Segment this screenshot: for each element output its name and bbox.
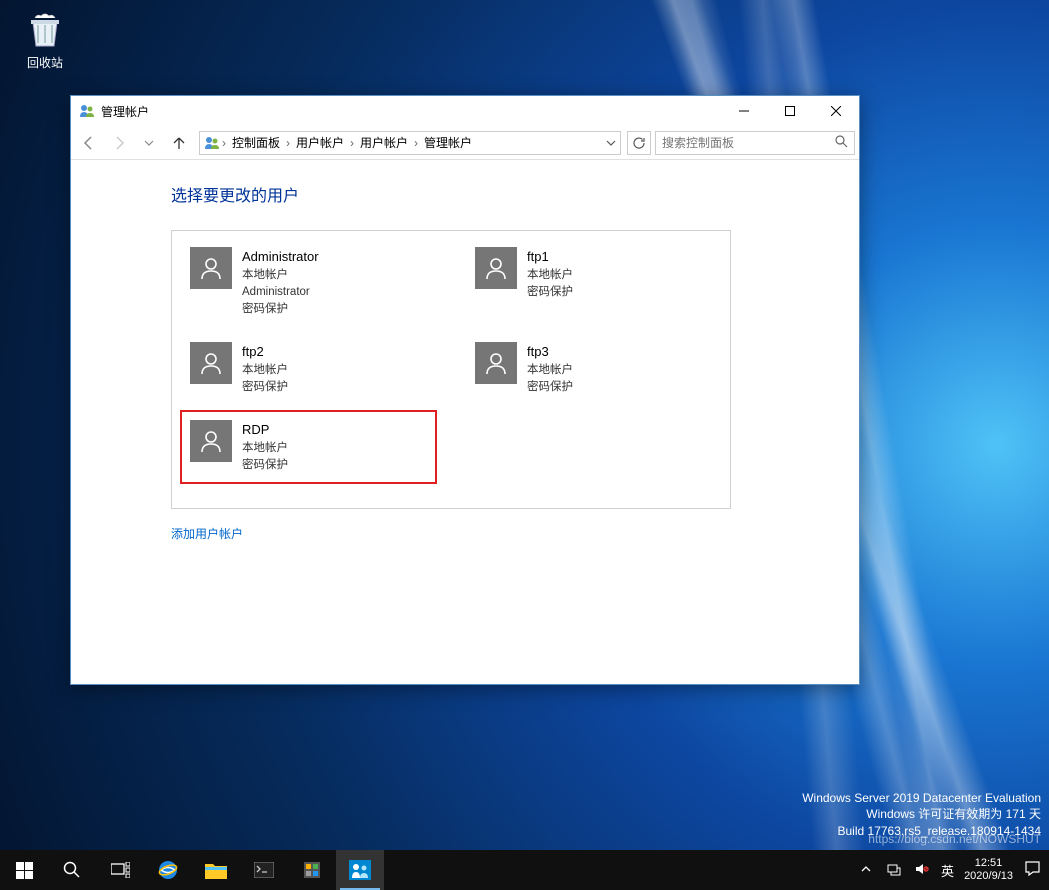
ime-indicator[interactable]: 英: [941, 861, 954, 880]
user-avatar-icon: [190, 342, 232, 384]
breadcrumb-seg[interactable]: 管理帐户: [420, 134, 476, 151]
taskbar-app-server-manager[interactable]: [288, 850, 336, 890]
user-avatar-icon: [475, 247, 517, 289]
notifications-icon[interactable]: [1023, 861, 1041, 879]
user-info: Administrator本地帐户Administrator密码保护: [242, 247, 319, 318]
user-card[interactable]: Administrator本地帐户Administrator密码保护: [186, 243, 431, 322]
user-card[interactable]: ftp2本地帐户密码保护: [186, 338, 431, 400]
user-name: ftp3: [527, 342, 573, 362]
task-view-button[interactable]: [96, 850, 144, 890]
search-box[interactable]: [655, 131, 855, 155]
taskbar: 英 12:51 2020/9/13: [0, 850, 1049, 890]
breadcrumb-seg[interactable]: 控制面板: [228, 134, 284, 151]
user-info: ftp1本地帐户密码保护: [527, 247, 573, 301]
date-text: 2020/9/13: [964, 870, 1013, 883]
user-avatar-icon: [190, 247, 232, 289]
taskbar-app-control-panel[interactable]: [336, 850, 384, 890]
recycle-bin-label: 回收站: [15, 54, 75, 71]
taskbar-app-explorer[interactable]: [192, 850, 240, 890]
user-list-box: Administrator本地帐户Administrator密码保护ftp1本地…: [171, 230, 731, 509]
build-line: Windows 许可证有效期为 171 天: [802, 806, 1041, 823]
refresh-button[interactable]: [627, 131, 651, 155]
page-heading: 选择要更改的用户: [171, 182, 819, 206]
taskbar-app-ie[interactable]: [144, 850, 192, 890]
user-meta-line: 本地帐户: [242, 440, 288, 457]
content-pane: 选择要更改的用户 Administrator本地帐户Administrator密…: [71, 160, 859, 563]
minimize-button[interactable]: [721, 96, 767, 126]
back-button[interactable]: [75, 129, 103, 157]
manage-accounts-window: 管理帐户 › 控制面板› 用户帐户› 用户帐户› 管理帐户 选择要更改的用户: [70, 95, 860, 685]
user-info: ftp3本地帐户密码保护: [527, 342, 573, 396]
address-bar[interactable]: › 控制面板› 用户帐户› 用户帐户› 管理帐户: [199, 131, 621, 155]
search-icon[interactable]: [835, 135, 848, 151]
user-meta-line: 密码保护: [527, 379, 573, 396]
user-info: RDP本地帐户密码保护: [242, 420, 288, 474]
user-name: ftp1: [527, 247, 573, 267]
window-title: 管理帐户: [101, 103, 721, 120]
user-info: ftp2本地帐户密码保护: [242, 342, 288, 396]
chevron-down-icon[interactable]: [606, 138, 616, 148]
search-taskbar-button[interactable]: [48, 850, 96, 890]
user-accounts-icon: [79, 103, 95, 119]
clock[interactable]: 12:51 2020/9/13: [964, 857, 1013, 883]
build-line: Windows Server 2019 Datacenter Evaluatio…: [802, 790, 1041, 807]
user-avatar-icon: [475, 342, 517, 384]
system-tray: 英 12:51 2020/9/13: [857, 857, 1049, 883]
start-button[interactable]: [0, 850, 48, 890]
user-meta-line: Administrator: [242, 284, 319, 301]
user-card[interactable]: ftp1本地帐户密码保护: [471, 243, 716, 322]
user-card[interactable]: ftp3本地帐户密码保护: [471, 338, 716, 400]
user-avatar-icon: [190, 420, 232, 462]
user-accounts-icon: [204, 135, 220, 151]
user-meta-line: 本地帐户: [242, 267, 319, 284]
titlebar[interactable]: 管理帐户: [71, 96, 859, 126]
search-input[interactable]: [662, 136, 835, 150]
user-name: ftp2: [242, 342, 288, 362]
breadcrumb-seg[interactable]: 用户帐户: [292, 134, 348, 151]
recent-dropdown[interactable]: [135, 129, 163, 157]
recycle-bin[interactable]: 回收站: [15, 10, 75, 71]
add-user-link[interactable]: 添加用户帐户: [171, 525, 243, 542]
volume-icon[interactable]: [913, 862, 931, 879]
user-meta-line: 密码保护: [527, 284, 573, 301]
user-card[interactable]: RDP本地帐户密码保护: [186, 416, 431, 478]
user-meta-line: 本地帐户: [527, 362, 573, 379]
network-icon[interactable]: [885, 862, 903, 879]
user-meta-line: 密码保护: [242, 457, 288, 474]
user-meta-line: 本地帐户: [527, 267, 573, 284]
nav-bar: › 控制面板› 用户帐户› 用户帐户› 管理帐户: [71, 126, 859, 160]
taskbar-app-cmd[interactable]: [240, 850, 288, 890]
close-button[interactable]: [813, 96, 859, 126]
forward-button[interactable]: [105, 129, 133, 157]
user-meta-line: 密码保护: [242, 379, 288, 396]
watermark: https://blog.csdn.net/NOWSHUT: [868, 832, 1041, 846]
up-button[interactable]: [165, 129, 193, 157]
user-name: RDP: [242, 420, 288, 440]
breadcrumb-seg[interactable]: 用户帐户: [356, 134, 412, 151]
user-meta-line: 本地帐户: [242, 362, 288, 379]
recycle-bin-icon: [25, 10, 65, 50]
user-meta-line: 密码保护: [242, 301, 319, 318]
user-name: Administrator: [242, 247, 319, 267]
time-text: 12:51: [964, 857, 1013, 870]
tray-up-icon[interactable]: [857, 864, 875, 877]
maximize-button[interactable]: [767, 96, 813, 126]
